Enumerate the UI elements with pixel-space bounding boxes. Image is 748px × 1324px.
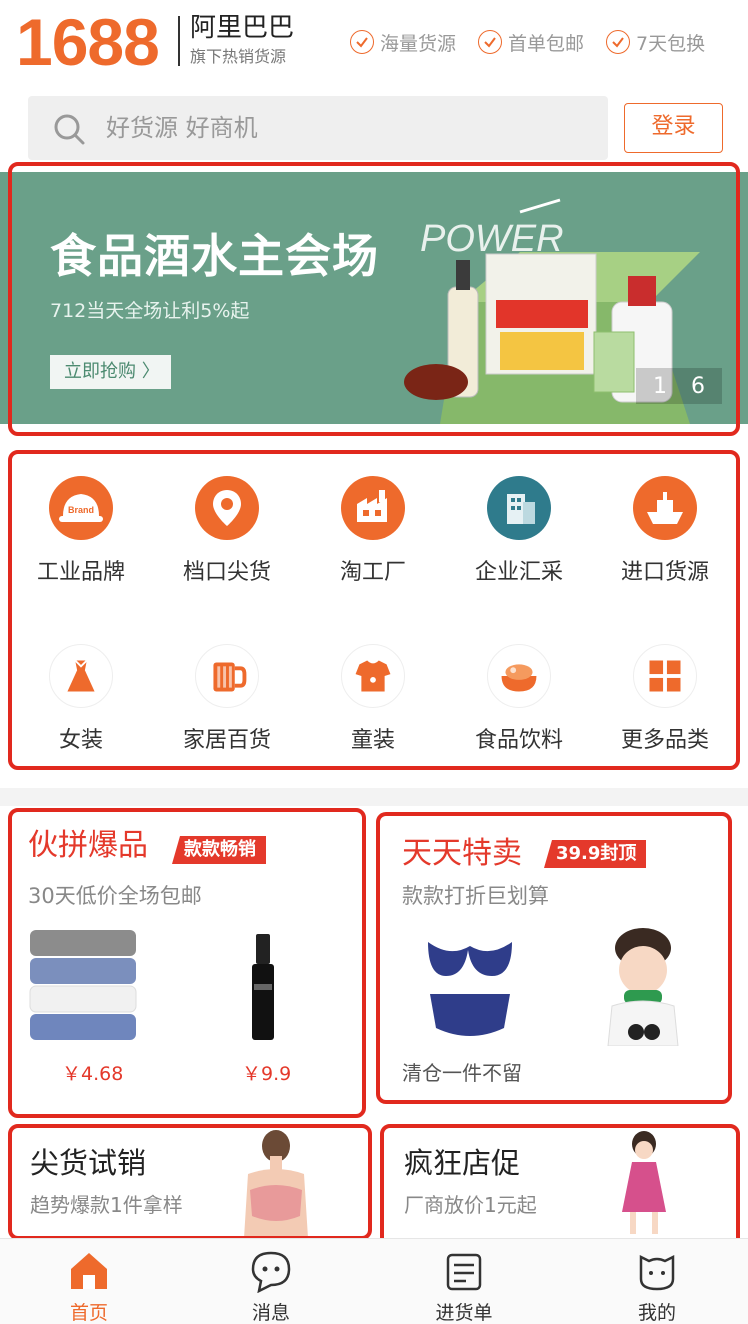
logo-separator xyxy=(178,16,180,66)
feature-sourcing: 海量货源 xyxy=(350,28,456,56)
logo-name: 阿里巴巴 xyxy=(190,13,295,43)
check-circle-icon xyxy=(606,30,630,54)
annotation-box-banner xyxy=(8,162,740,436)
logo-1688[interactable]: 1688 xyxy=(16,6,160,78)
annotation-box-group-buy xyxy=(8,808,366,1118)
tab-home[interactable]: 首页 xyxy=(29,1239,149,1324)
tab-label: 进货单 xyxy=(435,1302,493,1324)
tab-label: 首页 xyxy=(69,1302,108,1324)
search-placeholder: 好货源 好商机 xyxy=(106,114,258,142)
annotation-box-categories xyxy=(8,450,740,770)
app-header: 1688 阿里巴巴 旗下热销货源 海量货源 首单包邮 7天包换 xyxy=(0,0,748,90)
feature-7day-exchange: 7天包换 xyxy=(606,28,705,56)
bottom-tab-bar: 首页 消息 进货单 我的 xyxy=(0,1238,748,1324)
check-circle-icon xyxy=(350,30,374,54)
tab-label: 消息 xyxy=(251,1302,290,1324)
message-icon xyxy=(251,1251,291,1294)
annotation-box-trial xyxy=(8,1124,372,1240)
annotation-box-daily-sale xyxy=(376,812,732,1104)
search-bar[interactable]: 好货源 好商机 xyxy=(28,96,608,160)
tab-profile[interactable]: 我的 xyxy=(597,1239,717,1324)
annotation-box-store-promo xyxy=(380,1124,740,1252)
tab-order-list[interactable]: 进货单 xyxy=(404,1239,524,1324)
home-icon xyxy=(71,1253,107,1289)
feature-label: 首单包邮 xyxy=(508,32,585,55)
login-button[interactable]: 登录 xyxy=(624,103,723,153)
feature-label: 海量货源 xyxy=(380,32,457,55)
profile-icon xyxy=(639,1254,675,1291)
search-icon xyxy=(54,114,85,145)
feature-label: 7天包换 xyxy=(636,32,706,55)
tab-label: 我的 xyxy=(637,1302,676,1324)
feature-free-shipping: 首单包邮 xyxy=(478,28,584,56)
check-circle-icon xyxy=(478,30,502,54)
logo-subtitle: 旗下热销货源 xyxy=(190,47,287,66)
tab-messages[interactable]: 消息 xyxy=(211,1239,331,1324)
section-divider xyxy=(0,788,748,806)
order-list-icon xyxy=(446,1253,482,1291)
